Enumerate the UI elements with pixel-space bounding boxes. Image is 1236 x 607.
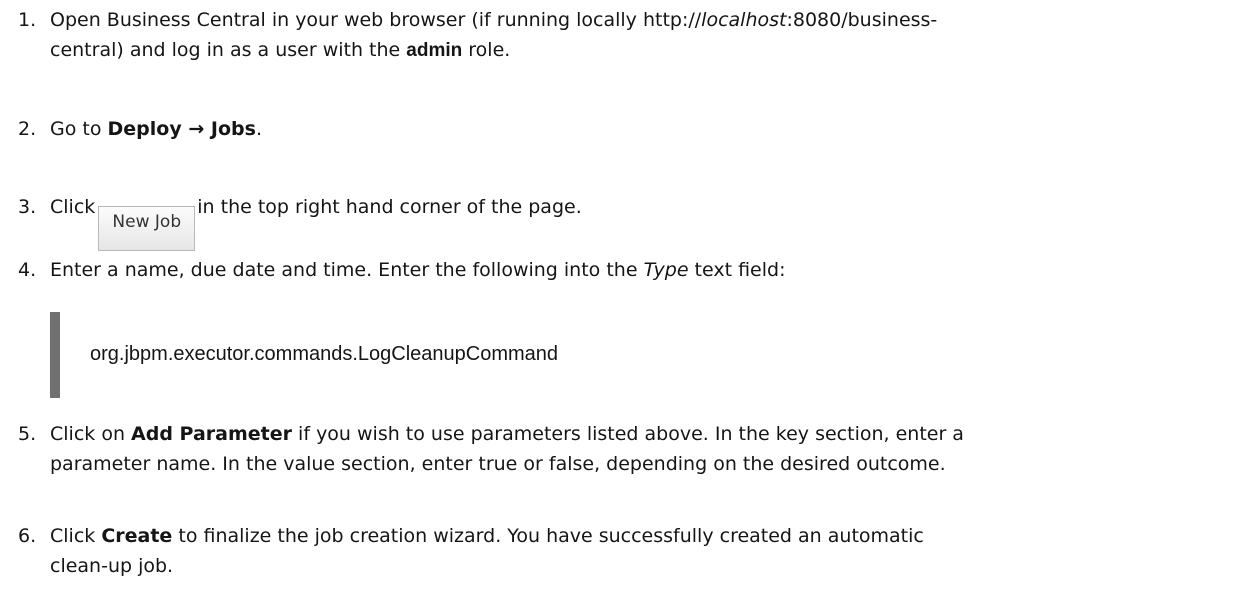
code-block: org.jbpm.executor.commands.LogCleanupCom… (50, 312, 558, 398)
code-text: org.jbpm.executor.commands.LogCleanupCom… (90, 343, 559, 365)
text-run: role. (462, 39, 511, 61)
text-run: . (255, 118, 262, 140)
text-run: :8080/business- (786, 9, 938, 31)
text-run: central) and log in as a user with the (50, 39, 407, 61)
text-run: in the top right hand corner of the page… (197, 196, 582, 218)
step-line: Click Create to finalize the job creatio… (50, 521, 1230, 551)
step-number: 2. (18, 118, 37, 140)
create-label: Create (101, 525, 173, 547)
text-run: Enter a name, due date and time. Enter t… (50, 259, 644, 281)
step-text: Go to Deploy → Jobs. (50, 114, 1230, 144)
menu-jobs: Jobs (210, 118, 256, 140)
text-run: Click on (50, 423, 132, 445)
step-line: Click on Add Parameter if you wish to us… (50, 419, 1230, 449)
text-run: Open Business Central in your web browse… (50, 9, 702, 31)
step-number: 4. (18, 259, 37, 281)
step-text: Open Business Central in your web browse… (50, 5, 1230, 66)
text-run: Go to (50, 118, 108, 140)
bold-text: admin (406, 40, 463, 61)
text-run: text field: (688, 259, 786, 281)
step-line: parameter name. In the value section, en… (50, 453, 946, 475)
step-number: 1. (18, 9, 37, 31)
step-text: Click Create to finalize the job creatio… (50, 521, 1230, 581)
step-number: 6. (18, 525, 37, 547)
step-text: Enter a name, due date and time. Enter t… (50, 255, 1230, 285)
step-text: Click on Add Parameter if you wish to us… (50, 419, 1230, 479)
text-run: Click (50, 196, 96, 218)
step-line: central) and log in as a user with the a… (50, 35, 1230, 66)
text-run: if you wish to use parameters listed abo… (292, 423, 964, 445)
step-number: 5. (18, 423, 37, 445)
step-text: ClickNew Jobin the top right hand corner… (50, 192, 1230, 251)
add-parameter-label: Add Parameter (131, 423, 293, 445)
new-job-button[interactable]: New Job (98, 206, 196, 251)
menu-deploy: Deploy (107, 118, 182, 140)
arrow-icon: → (181, 118, 211, 140)
step-number: 3. (18, 196, 37, 218)
code-block-bar (50, 312, 60, 398)
text-run: to finalize the job creation wizard. You… (172, 525, 924, 547)
italic-text: localhost (701, 9, 787, 31)
step-line: Open Business Central in your web browse… (50, 5, 1230, 35)
text-run: Click (50, 525, 102, 547)
step-line: clean-up job. (50, 555, 174, 577)
italic-text: Type (643, 259, 689, 281)
